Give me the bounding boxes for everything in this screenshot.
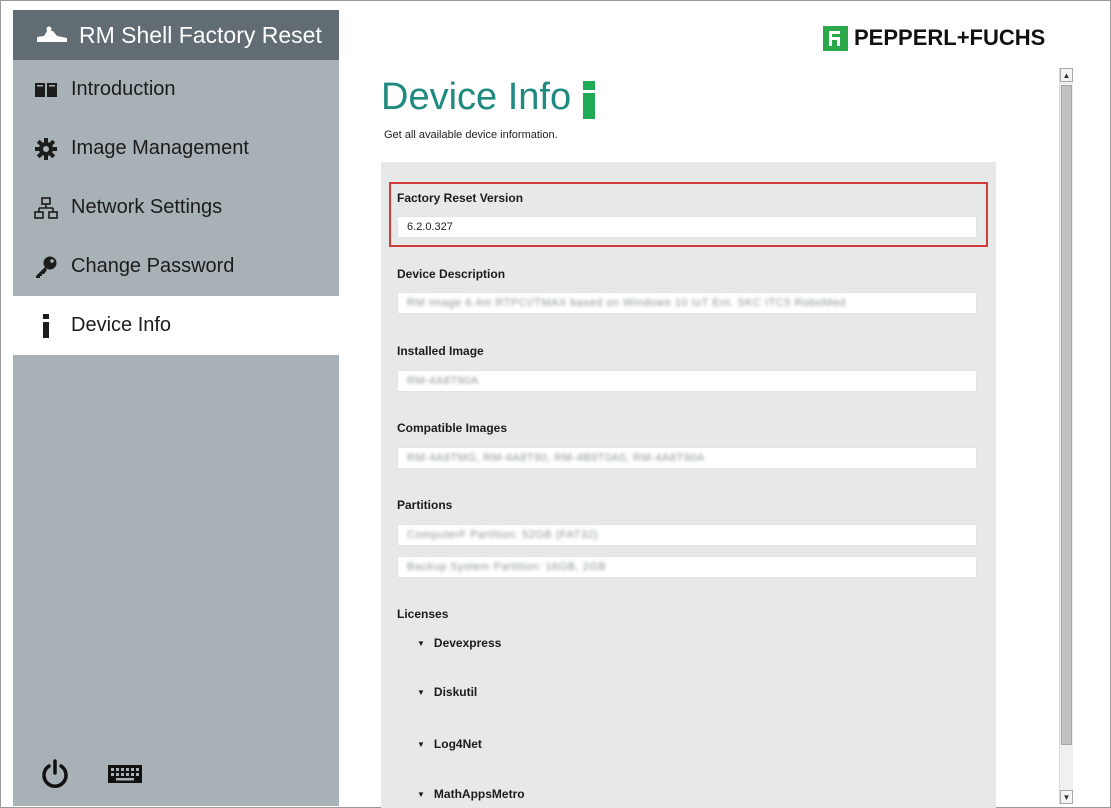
installed-image-label: Installed Image bbox=[397, 344, 484, 358]
license-label: Devexpress bbox=[433, 636, 502, 650]
license-item-mathappsmetro[interactable]: ▼ MathAppsMetro bbox=[417, 787, 525, 801]
scroll-down-button[interactable]: ▼ bbox=[1060, 790, 1073, 804]
page-title: Device Info bbox=[381, 76, 572, 118]
sidebar-item-label: Change Password bbox=[71, 255, 235, 277]
brand-name: PEPPERL+FUCHS bbox=[854, 25, 1046, 50]
device-description-label: Device Description bbox=[397, 267, 506, 281]
triangle-down-icon: ▼ bbox=[417, 739, 425, 749]
triangle-down-icon: ▼ bbox=[417, 687, 425, 697]
sidebar: RM Shell Factory Reset Introduction Imag… bbox=[13, 10, 339, 806]
book-icon bbox=[33, 77, 59, 103]
sidebar-bottom-bar bbox=[35, 754, 145, 794]
highlight-box bbox=[389, 182, 988, 247]
license-label: MathAppsMetro bbox=[433, 787, 525, 801]
gear-icon bbox=[33, 136, 59, 162]
sidebar-item-image-management[interactable]: Image Management bbox=[13, 119, 339, 178]
installed-image-value: RM-4A8T90A bbox=[407, 375, 479, 387]
sidebar-item-label: Network Settings bbox=[71, 196, 223, 218]
power-icon[interactable] bbox=[35, 754, 75, 794]
sidebar-item-label: Device Info bbox=[71, 314, 172, 336]
network-icon bbox=[33, 195, 59, 221]
device-description-value: RM Image 6.4m RTPCI/TMAX based on Window… bbox=[407, 297, 846, 309]
key-icon bbox=[33, 254, 59, 280]
compatible-images-field[interactable]: RM-4A8TMG, RM-4A8T90, RM-4B9T0A0, RM-4A8… bbox=[397, 447, 977, 469]
scroll-up-button[interactable]: ▲ bbox=[1060, 68, 1073, 82]
triangle-down-icon: ▼ bbox=[417, 789, 425, 799]
sidebar-item-network-settings[interactable]: Network Settings bbox=[13, 178, 339, 237]
device-description-field[interactable]: RM Image 6.4m RTPCI/TMAX based on Window… bbox=[397, 292, 977, 314]
sidebar-item-introduction[interactable]: Introduction bbox=[13, 60, 339, 119]
partition-field-1[interactable]: ComputerF Partition: 52GB (FAT32) bbox=[397, 524, 977, 546]
partition-field-2[interactable]: Backup System Partition: 16GB, 2GB bbox=[397, 556, 977, 578]
sidebar-item-label: Introduction bbox=[71, 78, 176, 100]
licenses-label: Licenses bbox=[397, 607, 449, 621]
partitions-label: Partitions bbox=[397, 498, 453, 512]
device-info-panel: Factory Reset Version 6.2.0.327 Device D… bbox=[381, 162, 996, 808]
sidebar-item-change-password[interactable]: Change Password bbox=[13, 237, 339, 296]
app-logo-icon bbox=[37, 26, 67, 42]
info-icon bbox=[33, 313, 59, 339]
license-item-devexpress[interactable]: ▼ Devexpress bbox=[417, 636, 501, 650]
partition-value-1: ComputerF Partition: 52GB (FAT32) bbox=[407, 529, 599, 541]
sidebar-header: RM Shell Factory Reset bbox=[13, 10, 339, 60]
pf-logo-icon bbox=[823, 25, 848, 51]
scroll-thumb[interactable] bbox=[1061, 85, 1072, 745]
sidebar-item-device-info[interactable]: Device Info bbox=[13, 296, 339, 355]
vertical-scrollbar[interactable]: ▲ ▼ bbox=[1059, 68, 1073, 804]
license-label: Diskutil bbox=[433, 685, 478, 699]
page-subtitle: Get all available device information. bbox=[384, 129, 558, 141]
info-icon bbox=[583, 81, 596, 119]
triangle-down-icon: ▼ bbox=[417, 638, 425, 648]
compatible-images-label: Compatible Images bbox=[397, 421, 508, 435]
partition-value-2: Backup System Partition: 16GB, 2GB bbox=[407, 561, 607, 573]
page-title-block: Device Info bbox=[381, 76, 597, 119]
sidebar-item-label: Image Management bbox=[71, 137, 249, 159]
brand-logo: PEPPERL+FUCHS bbox=[823, 25, 1045, 51]
license-item-log4net[interactable]: ▼ Log4Net bbox=[417, 737, 482, 751]
license-item-diskutil[interactable]: ▼ Diskutil bbox=[417, 685, 477, 699]
keyboard-icon[interactable] bbox=[105, 754, 145, 794]
license-label: Log4Net bbox=[433, 737, 482, 751]
app-title: RM Shell Factory Reset bbox=[79, 21, 322, 48]
compatible-images-value: RM-4A8TMG, RM-4A8T90, RM-4B9T0A0, RM-4A8… bbox=[407, 452, 705, 464]
installed-image-field[interactable]: RM-4A8T90A bbox=[397, 370, 977, 392]
